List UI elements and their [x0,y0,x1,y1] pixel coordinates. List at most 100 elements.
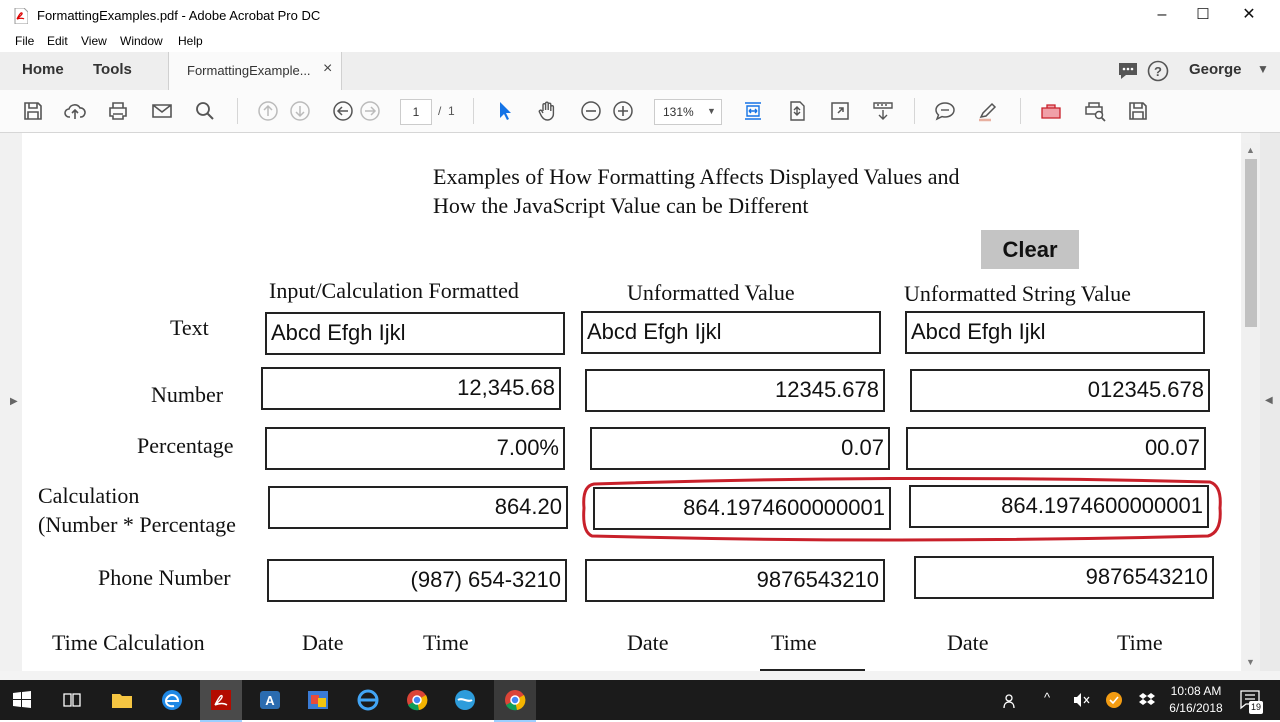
help-icon[interactable]: ? [1147,60,1169,82]
menu-help[interactable]: Help [178,34,203,48]
text-string-field[interactable]: Abcd Efgh Ijkl [905,311,1205,354]
document-heading-line1: Examples of How Formatting Affects Displ… [433,164,960,189]
number-string-field[interactable]: 012345.678 [910,369,1210,412]
minimize-button[interactable]: – [1139,0,1185,32]
scroll-up-icon[interactable]: ▲ [1246,145,1255,155]
user-name[interactable]: George [1189,61,1242,78]
time-header-time-3: Time [1117,630,1163,655]
menu-file[interactable]: File [15,34,34,48]
print-icon[interactable] [107,100,129,122]
file-explorer-icon[interactable] [110,688,134,712]
menu-window[interactable]: Window [120,34,163,48]
app-swirl-icon[interactable] [453,688,477,712]
previous-page-icon[interactable] [257,100,279,122]
windows-start-icon[interactable] [10,688,34,712]
task-view-icon[interactable] [60,688,84,712]
row-label-calculation-formula: (Number * Percentage [38,512,236,537]
scroll-down-icon[interactable]: ▼ [1246,657,1255,667]
tray-expand-icon[interactable]: ^ [1044,690,1050,705]
comment-icon[interactable] [934,100,956,122]
status-bar [0,671,1280,680]
text-formatted-field[interactable]: Abcd Efgh Ijkl [265,312,565,355]
app-tool-icon[interactable] [306,688,330,712]
highlight-pen-icon[interactable] [977,100,999,122]
acrobat-icon [211,690,231,710]
fit-width-icon[interactable] [742,100,764,122]
nav-home[interactable]: Home [22,61,64,78]
next-page-icon[interactable] [289,100,311,122]
print-search-icon[interactable] [1084,100,1106,122]
left-pane-toggle-icon[interactable]: ▶ [10,396,18,407]
time-header-time-1: Time [423,630,469,655]
stamp-icon[interactable] [1040,100,1062,122]
fit-page-icon[interactable] [786,100,808,122]
number-formatted-field[interactable]: 12,345.68 [261,367,561,410]
save-as-icon[interactable] [1127,100,1149,122]
row-label-number: Number [151,382,224,407]
volume-muted-icon[interactable] [1072,692,1090,708]
acrobat-taskbar-button[interactable] [200,680,242,722]
maximize-button[interactable]: ☐ [1180,0,1226,32]
zoom-out-icon[interactable] [580,100,602,122]
svg-text:A: A [265,693,275,708]
page-number-input[interactable]: 1 [400,99,432,125]
time-header-date-3: Date [947,630,989,655]
dropbox-icon[interactable] [1138,691,1156,709]
clear-button[interactable]: Clear [981,230,1079,269]
vertical-scrollbar[interactable]: ▲ ▼ [1242,143,1260,671]
user-dropdown-icon[interactable]: ▼ [1257,62,1269,76]
chrome-icon [505,690,526,711]
email-icon[interactable] [151,100,173,122]
row-label-phone: Phone Number [98,565,231,590]
chrome-taskbar-button-active[interactable] [494,680,536,722]
notification-count-badge: 19 [1249,701,1263,714]
forward-view-icon[interactable] [359,100,381,122]
edge-browser-icon[interactable] [160,688,184,712]
title-bar: FormattingExamples.pdf - Adobe Acrobat P… [0,0,1280,32]
scroll-mode-icon[interactable] [872,100,894,122]
menu-edit[interactable]: Edit [47,34,68,48]
tray-app-icon[interactable] [1105,691,1123,709]
people-icon[interactable] [1002,692,1020,710]
window-title: FormattingExamples.pdf - Adobe Acrobat P… [37,8,321,23]
phone-unformatted-field[interactable]: 9876543210 [585,559,885,602]
scrollbar-thumb[interactable] [1245,159,1257,327]
number-unformatted-field[interactable]: 12345.678 [585,369,885,412]
time-header-time-2: Time [771,630,817,655]
cloud-upload-icon[interactable] [64,100,86,122]
search-icon[interactable] [194,100,216,122]
calculation-formatted-field[interactable]: 864.20 [268,486,568,529]
back-view-icon[interactable] [332,100,354,122]
close-button[interactable]: ✕ [1226,0,1272,32]
chrome-icon[interactable] [405,688,429,712]
toolbar-divider [237,98,238,124]
right-pane-toggle-icon[interactable]: ◀ [1265,395,1273,406]
zoom-select[interactable]: 131% ▼ [654,99,722,125]
clock-time[interactable]: 10:08 AM [1160,684,1232,698]
save-icon[interactable] [22,100,44,122]
percentage-string-field[interactable]: 00.07 [906,427,1206,470]
select-cursor-icon[interactable] [494,100,516,122]
text-unformatted-field[interactable]: Abcd Efgh Ijkl [581,311,881,354]
highlight-ellipse-annotation [582,476,1222,542]
hand-tool-icon[interactable] [536,100,558,122]
page-separator: / [438,104,442,118]
comment-bubble-icon[interactable] [1117,61,1139,81]
clock-date[interactable]: 6/16/2018 [1160,701,1232,715]
app-a-icon[interactable]: A [258,688,282,712]
full-screen-icon[interactable] [829,100,851,122]
phone-string-field[interactable]: 9876543210 [914,556,1214,599]
menu-view[interactable]: View [81,34,107,48]
percentage-unformatted-field[interactable]: 0.07 [590,427,890,470]
document-tab[interactable]: FormattingExample... × [168,52,342,90]
taskbar: A ^ 10:08 AM 6/16/2018 19 [0,680,1280,722]
tab-close-icon[interactable]: × [323,60,332,78]
internet-explorer-icon[interactable] [356,688,380,712]
zoom-in-icon[interactable] [612,100,634,122]
row-label-time-calculation: Time Calculation [52,630,205,655]
right-pane-toggle[interactable]: ◀ [1260,133,1280,671]
phone-formatted-field[interactable]: (987) 654-3210 [267,559,567,602]
percentage-formatted-field[interactable]: 7.00% [265,427,565,470]
nav-tools[interactable]: Tools [93,61,132,78]
toolbar-divider [1020,98,1021,124]
